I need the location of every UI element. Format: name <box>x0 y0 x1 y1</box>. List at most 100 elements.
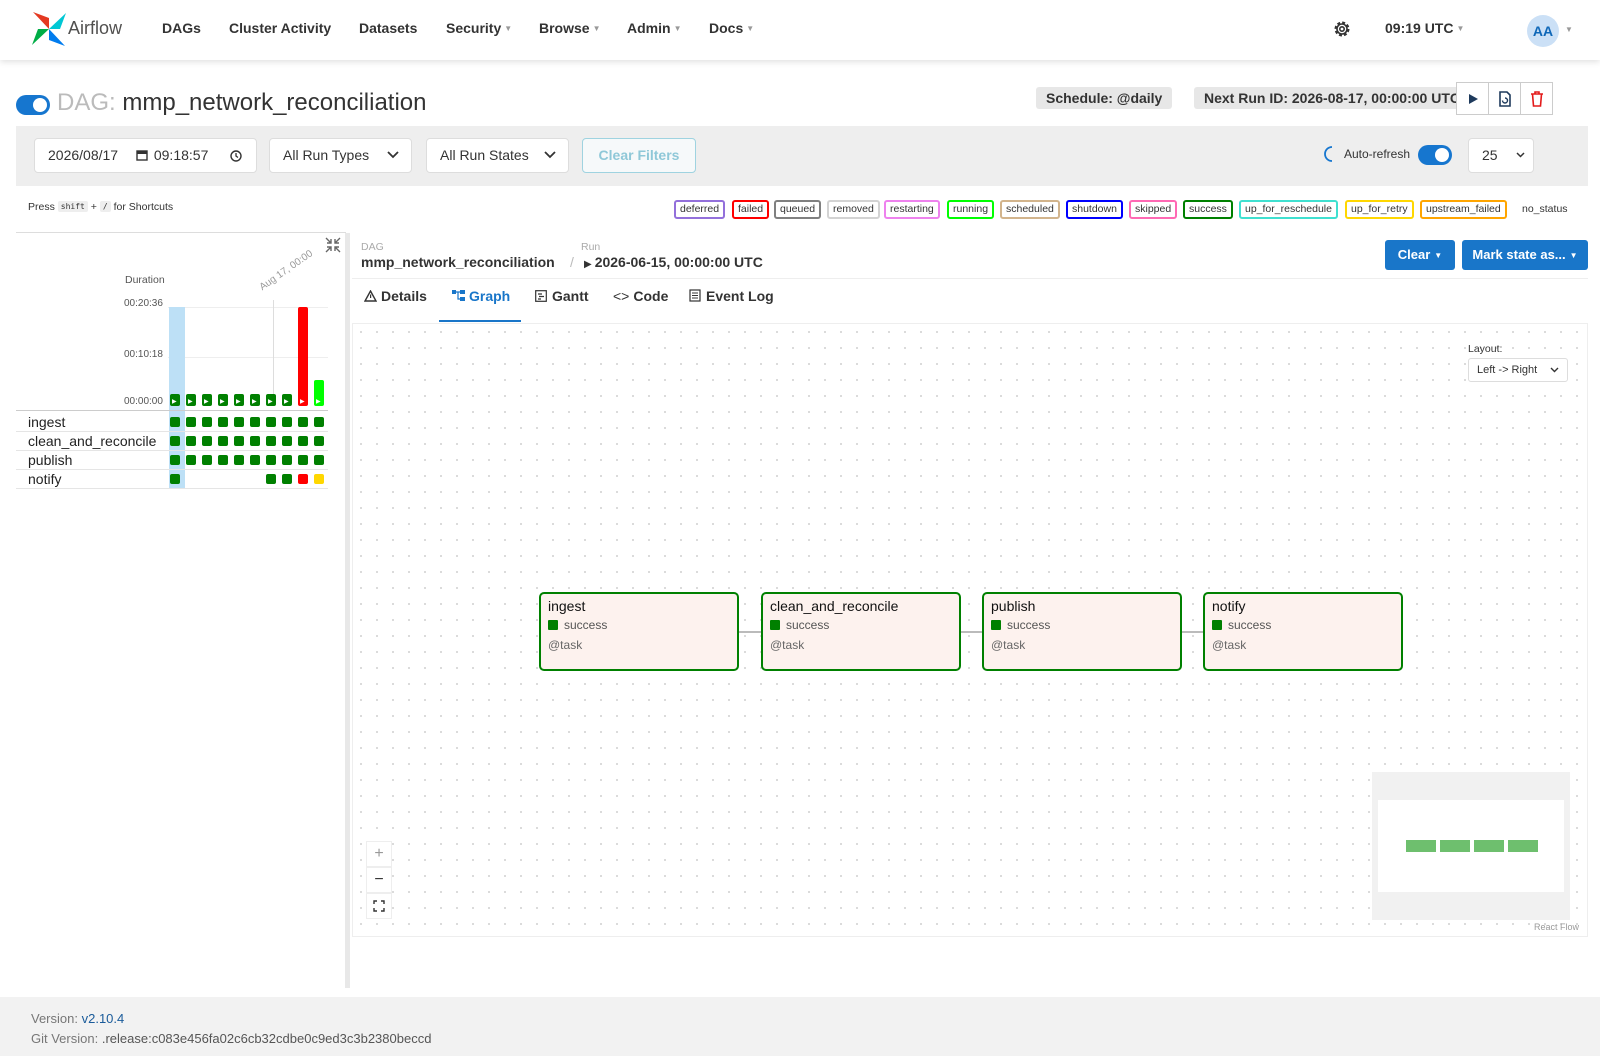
legend-up-for-reschedule[interactable]: up_for_reschedule <box>1239 200 1338 219</box>
legend-queued[interactable]: queued <box>774 200 822 219</box>
breadcrumb-run[interactable]: ▶ 2026-06-15, 00:00:00 UTC <box>584 254 763 270</box>
task-instance-square[interactable] <box>298 474 308 484</box>
nav-cluster-activity[interactable]: Cluster Activity <box>229 20 331 36</box>
run-bar[interactable]: ▶ <box>314 380 324 406</box>
legend-scheduled[interactable]: scheduled <box>1000 200 1060 219</box>
run-type-select[interactable]: All Run Types <box>269 138 412 173</box>
run-bar[interactable]: ▶ <box>234 394 244 406</box>
legend-upstream-failed[interactable]: upstream_failed <box>1420 200 1507 219</box>
task-instance-square[interactable] <box>314 436 324 446</box>
clear-filters-button[interactable]: Clear Filters <box>582 138 696 173</box>
task-node-publish[interactable]: publish success @task <box>982 592 1182 671</box>
task-instance-square[interactable] <box>186 436 196 446</box>
task-instance-square[interactable] <box>202 455 212 465</box>
legend-deferred[interactable]: deferred <box>674 200 726 219</box>
trigger-dag-button[interactable] <box>1456 82 1489 115</box>
nav-docs[interactable]: Docs ▼ <box>709 20 754 36</box>
task-instance-square[interactable] <box>298 417 308 427</box>
task-instance-square[interactable] <box>218 436 228 446</box>
legend-success[interactable]: success <box>1183 200 1233 219</box>
task-instance-square[interactable] <box>170 417 180 427</box>
task-instance-square[interactable] <box>250 436 260 446</box>
legend-running[interactable]: running <box>947 200 995 219</box>
task-instance-square[interactable] <box>218 417 228 427</box>
reparse-dag-button[interactable] <box>1488 82 1521 115</box>
task-instance-square[interactable] <box>170 474 180 484</box>
task-instance-square[interactable] <box>314 417 324 427</box>
nav-admin[interactable]: Admin ▼ <box>627 20 681 36</box>
run-bar[interactable]: ▶ <box>250 394 260 406</box>
tab-gantt[interactable]: Gantt <box>535 288 589 304</box>
nav-dags[interactable]: DAGs <box>162 20 201 36</box>
legend-skipped[interactable]: skipped <box>1129 200 1178 219</box>
task-instance-square[interactable] <box>282 417 292 427</box>
run-bar[interactable]: ▶ <box>170 394 180 406</box>
task-name-clean-and-reconcile[interactable]: clean_and_reconcile <box>28 433 156 449</box>
page-size-select[interactable]: 25 <box>1468 138 1534 173</box>
task-instance-square[interactable] <box>234 436 244 446</box>
run-bar[interactable]: ▶ <box>266 394 276 406</box>
breadcrumb-dag[interactable]: mmp_network_reconciliation <box>361 254 555 270</box>
run-state-select[interactable]: All Run States <box>426 138 569 173</box>
timezone-dropdown[interactable]: 09:19 UTC ▼ <box>1385 20 1464 36</box>
task-instance-square[interactable] <box>266 455 276 465</box>
base-date-input[interactable]: 2026/08/17 09:18:57 <box>34 138 257 173</box>
task-instance-square[interactable] <box>170 436 180 446</box>
task-instance-square[interactable] <box>186 455 196 465</box>
task-instance-square[interactable] <box>202 436 212 446</box>
task-instance-square[interactable] <box>282 474 292 484</box>
task-instance-square[interactable] <box>170 455 180 465</box>
tab-graph[interactable]: Graph <box>452 288 510 304</box>
task-instance-square[interactable] <box>266 417 276 427</box>
nav-security[interactable]: Security ▼ <box>446 20 512 36</box>
task-instance-square[interactable] <box>202 417 212 427</box>
task-instance-square[interactable] <box>234 455 244 465</box>
legend-no-status[interactable]: no_status <box>1516 200 1574 219</box>
task-instance-square[interactable] <box>266 474 276 484</box>
run-bar[interactable]: ▶ <box>282 394 292 406</box>
legend-failed[interactable]: failed <box>732 200 770 219</box>
nav-browse[interactable]: Browse ▼ <box>539 20 601 36</box>
delete-dag-button[interactable] <box>1520 82 1553 115</box>
task-instance-square[interactable] <box>298 436 308 446</box>
task-instance-square[interactable] <box>250 417 260 427</box>
task-node-clean-and-reconcile[interactable]: clean_and_reconcile success @task <box>761 592 961 671</box>
task-name-publish[interactable]: publish <box>28 452 72 468</box>
task-node-notify[interactable]: notify success @task <box>1203 592 1403 671</box>
fit-view-button[interactable] <box>366 893 392 919</box>
layout-select[interactable]: Left -> Right <box>1468 358 1568 382</box>
task-name-ingest[interactable]: ingest <box>28 414 65 430</box>
legend-up-for-retry[interactable]: up_for_retry <box>1345 200 1414 219</box>
react-flow-attribution[interactable]: React Flow <box>1534 922 1579 932</box>
user-avatar[interactable]: AA <box>1527 15 1559 47</box>
clear-button[interactable]: Clear ▼ <box>1385 240 1455 270</box>
tab-event-log[interactable]: Event Log <box>689 288 774 304</box>
dag-pause-toggle[interactable] <box>16 95 50 115</box>
task-instance-square[interactable] <box>298 455 308 465</box>
tab-details[interactable]: Details <box>363 288 427 304</box>
task-instance-square[interactable] <box>234 417 244 427</box>
task-instance-square[interactable] <box>266 436 276 446</box>
task-name-notify[interactable]: notify <box>28 471 61 487</box>
mark-state-button[interactable]: Mark state as... ▼ <box>1462 240 1588 270</box>
task-instance-square[interactable] <box>250 455 260 465</box>
panel-resize-handle[interactable] <box>345 233 350 988</box>
zoom-out-button[interactable]: − <box>366 867 392 893</box>
collapse-icon[interactable] <box>325 237 341 253</box>
legend-restarting[interactable]: restarting <box>884 200 940 219</box>
task-instance-square[interactable] <box>314 474 324 484</box>
task-instance-square[interactable] <box>282 455 292 465</box>
gear-icon[interactable] <box>1332 19 1352 39</box>
run-bar[interactable]: ▶ <box>218 394 228 406</box>
run-bar[interactable]: ▶ <box>298 307 308 406</box>
task-node-ingest[interactable]: ingest success @task <box>539 592 739 671</box>
run-bar[interactable]: ▶ <box>186 394 196 406</box>
run-bar[interactable]: ▶ <box>202 394 212 406</box>
zoom-in-button[interactable]: + <box>366 841 392 867</box>
auto-refresh-toggle[interactable] <box>1418 145 1452 165</box>
minimap[interactable] <box>1372 772 1570 920</box>
task-instance-square[interactable] <box>282 436 292 446</box>
task-instance-square[interactable] <box>314 455 324 465</box>
legend-shutdown[interactable]: shutdown <box>1066 200 1123 219</box>
tab-code[interactable]: <> Code <box>613 288 668 304</box>
